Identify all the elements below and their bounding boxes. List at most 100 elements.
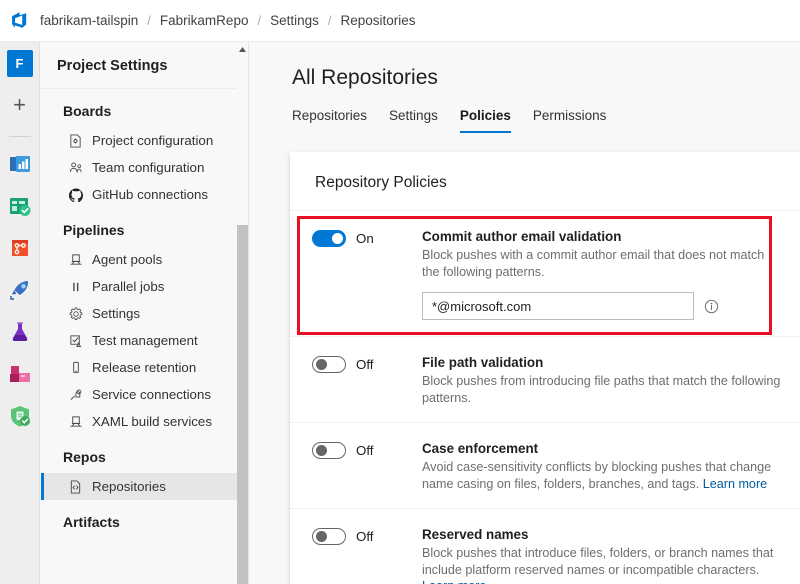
breadcrumb: fabrikam-tailspin / FabrikamRepo / Setti…: [40, 13, 416, 28]
breadcrumb-separator: /: [147, 13, 151, 28]
policy-body: File path validation Block pushes from i…: [422, 355, 782, 406]
toggle-reserved-names[interactable]: [312, 528, 346, 545]
new-item-button[interactable]: +: [7, 92, 33, 118]
breadcrumb-item-settings[interactable]: Settings: [270, 13, 319, 28]
pause-bars-icon: [68, 279, 83, 294]
sidebar-item-label: Project configuration: [92, 133, 213, 148]
sidebar-item-label: GitHub connections: [92, 187, 208, 202]
policy-description: Block pushes that introduce files, folde…: [422, 546, 773, 577]
pipelines-icon[interactable]: [7, 277, 33, 303]
test-plans-icon[interactable]: [7, 319, 33, 345]
policy-row-case-enforcement: Off Case enforcement Avoid case-sensitiv…: [290, 422, 800, 508]
policy-description: Block pushes with a commit author email …: [422, 247, 782, 280]
policy-description-wrap: Block pushes that introduce files, folde…: [422, 545, 782, 584]
policy-row-reserved-names: Off Reserved names Block pushes that int…: [290, 508, 800, 584]
toggle-state-label: Off: [356, 356, 374, 373]
sidebar-item-github-connections[interactable]: GitHub connections: [41, 181, 248, 208]
github-icon: [68, 187, 83, 202]
scroll-up-arrow-icon[interactable]: [238, 45, 247, 54]
tab-policies[interactable]: Policies: [460, 108, 511, 133]
sidebar-item-label: Service connections: [92, 387, 211, 402]
policy-row-file-path-validation: Off File path validation Block pushes fr…: [290, 336, 800, 422]
checkbox-flask-icon: [68, 333, 83, 348]
sidebar-item-service-connections[interactable]: Service connections: [41, 381, 248, 408]
sidebar-item-release-retention[interactable]: Release retention: [41, 354, 248, 381]
sidebar-item-label: XAML build services: [92, 414, 212, 429]
sidebar-group-pipelines: Pipelines: [41, 208, 248, 246]
sidebar-item-label: Settings: [92, 306, 140, 321]
policy-title: Case enforcement: [422, 441, 782, 456]
top-bar: fabrikam-tailspin / FabrikamRepo / Setti…: [0, 0, 800, 42]
gear-icon: [68, 306, 83, 321]
sidebar-scroll-region: Boards Project configuration Team config…: [41, 89, 248, 538]
policy-description: Block pushes from introducing file paths…: [422, 373, 782, 406]
repository-policies-card: Repository Policies On Commit author ema…: [290, 152, 800, 584]
toggle-knob: [316, 359, 327, 370]
info-circle-icon[interactable]: [704, 299, 719, 314]
sidebar-item-label: Test management: [92, 333, 198, 348]
document-config-icon: [68, 133, 83, 148]
tab-settings[interactable]: Settings: [389, 108, 438, 133]
project-avatar-initial: F: [7, 50, 33, 77]
sidebar-item-settings[interactable]: Settings: [41, 300, 248, 327]
policy-body: Case enforcement Avoid case-sensitivity …: [422, 441, 782, 492]
toggle-state-label: Off: [356, 442, 374, 459]
policy-body: Commit author email validation Block pus…: [422, 229, 782, 320]
breadcrumb-separator: /: [257, 13, 261, 28]
toggle-commit-author-email-validation[interactable]: [312, 230, 346, 247]
policy-row-commit-author-email-validation: On Commit author email validation Block …: [290, 210, 800, 336]
toggle-file-path-validation[interactable]: [312, 356, 346, 373]
email-pattern-input[interactable]: [422, 292, 694, 320]
sidebar-item-xaml-build-services[interactable]: XAML build services: [41, 408, 248, 435]
policy-body: Reserved names Block pushes that introdu…: [422, 527, 782, 584]
page-title: All Repositories: [250, 42, 800, 90]
breadcrumb-item-repositories[interactable]: Repositories: [341, 13, 416, 28]
plus-icon: +: [13, 94, 26, 116]
sidebar-group-repos: Repos: [41, 435, 248, 473]
policy-toggle-group: On: [312, 229, 422, 320]
tab-repositories[interactable]: Repositories: [292, 108, 367, 133]
toggle-case-enforcement[interactable]: [312, 442, 346, 459]
plug-icon: [68, 387, 83, 402]
device-icon: [68, 360, 83, 375]
sidebar-item-test-management[interactable]: Test management: [41, 327, 248, 354]
sidebar-item-label: Team configuration: [92, 160, 204, 175]
sidebar-item-team-configuration[interactable]: Team configuration: [41, 154, 248, 181]
breadcrumb-item-org[interactable]: fabrikam-tailspin: [40, 13, 138, 28]
sidebar-group-boards: Boards: [41, 89, 248, 127]
boards-icon[interactable]: [7, 193, 33, 219]
sidebar-scrollbar-thumb[interactable]: [237, 225, 248, 584]
toggle-state-label: Off: [356, 528, 374, 545]
policy-title: Commit author email validation: [422, 229, 782, 244]
left-icon-rail: F +: [0, 42, 40, 584]
overview-icon[interactable]: [7, 151, 33, 177]
card-title: Repository Policies: [290, 152, 800, 210]
toggle-knob: [316, 531, 327, 542]
learn-more-link[interactable]: Learn more: [703, 477, 767, 491]
policy-toggle-group: Off: [312, 527, 422, 584]
repos-icon[interactable]: [7, 235, 33, 261]
sidebar-scrollbar[interactable]: [237, 42, 248, 584]
sidebar-title: Project Settings: [41, 42, 248, 89]
project-settings-sidebar: Project Settings Boards Project configur…: [41, 42, 249, 584]
breadcrumb-item-project[interactable]: FabrikamRepo: [160, 13, 249, 28]
azure-devops-logo-icon[interactable]: [0, 10, 40, 31]
sidebar-item-repositories[interactable]: Repositories: [41, 473, 248, 500]
main-content: All Repositories Repositories Settings P…: [250, 42, 800, 584]
tab-bar: Repositories Settings Policies Permissio…: [250, 90, 800, 133]
server-icon: [68, 252, 83, 267]
sidebar-item-label: Agent pools: [92, 252, 162, 267]
policy-title: Reserved names: [422, 527, 782, 542]
tab-permissions[interactable]: Permissions: [533, 108, 607, 133]
learn-more-link[interactable]: Learn more: [422, 579, 486, 584]
app-root: fabrikam-tailspin / FabrikamRepo / Setti…: [0, 0, 800, 584]
artifacts-icon[interactable]: [7, 361, 33, 387]
sidebar-item-project-configuration[interactable]: Project configuration: [41, 127, 248, 154]
sidebar-item-parallel-jobs[interactable]: Parallel jobs: [41, 273, 248, 300]
sidebar-item-agent-pools[interactable]: Agent pools: [41, 246, 248, 273]
security-icon[interactable]: [7, 403, 33, 429]
policy-title: File path validation: [422, 355, 782, 370]
project-avatar[interactable]: F: [7, 50, 33, 76]
breadcrumb-separator: /: [328, 13, 332, 28]
pattern-input-row: [422, 292, 782, 320]
